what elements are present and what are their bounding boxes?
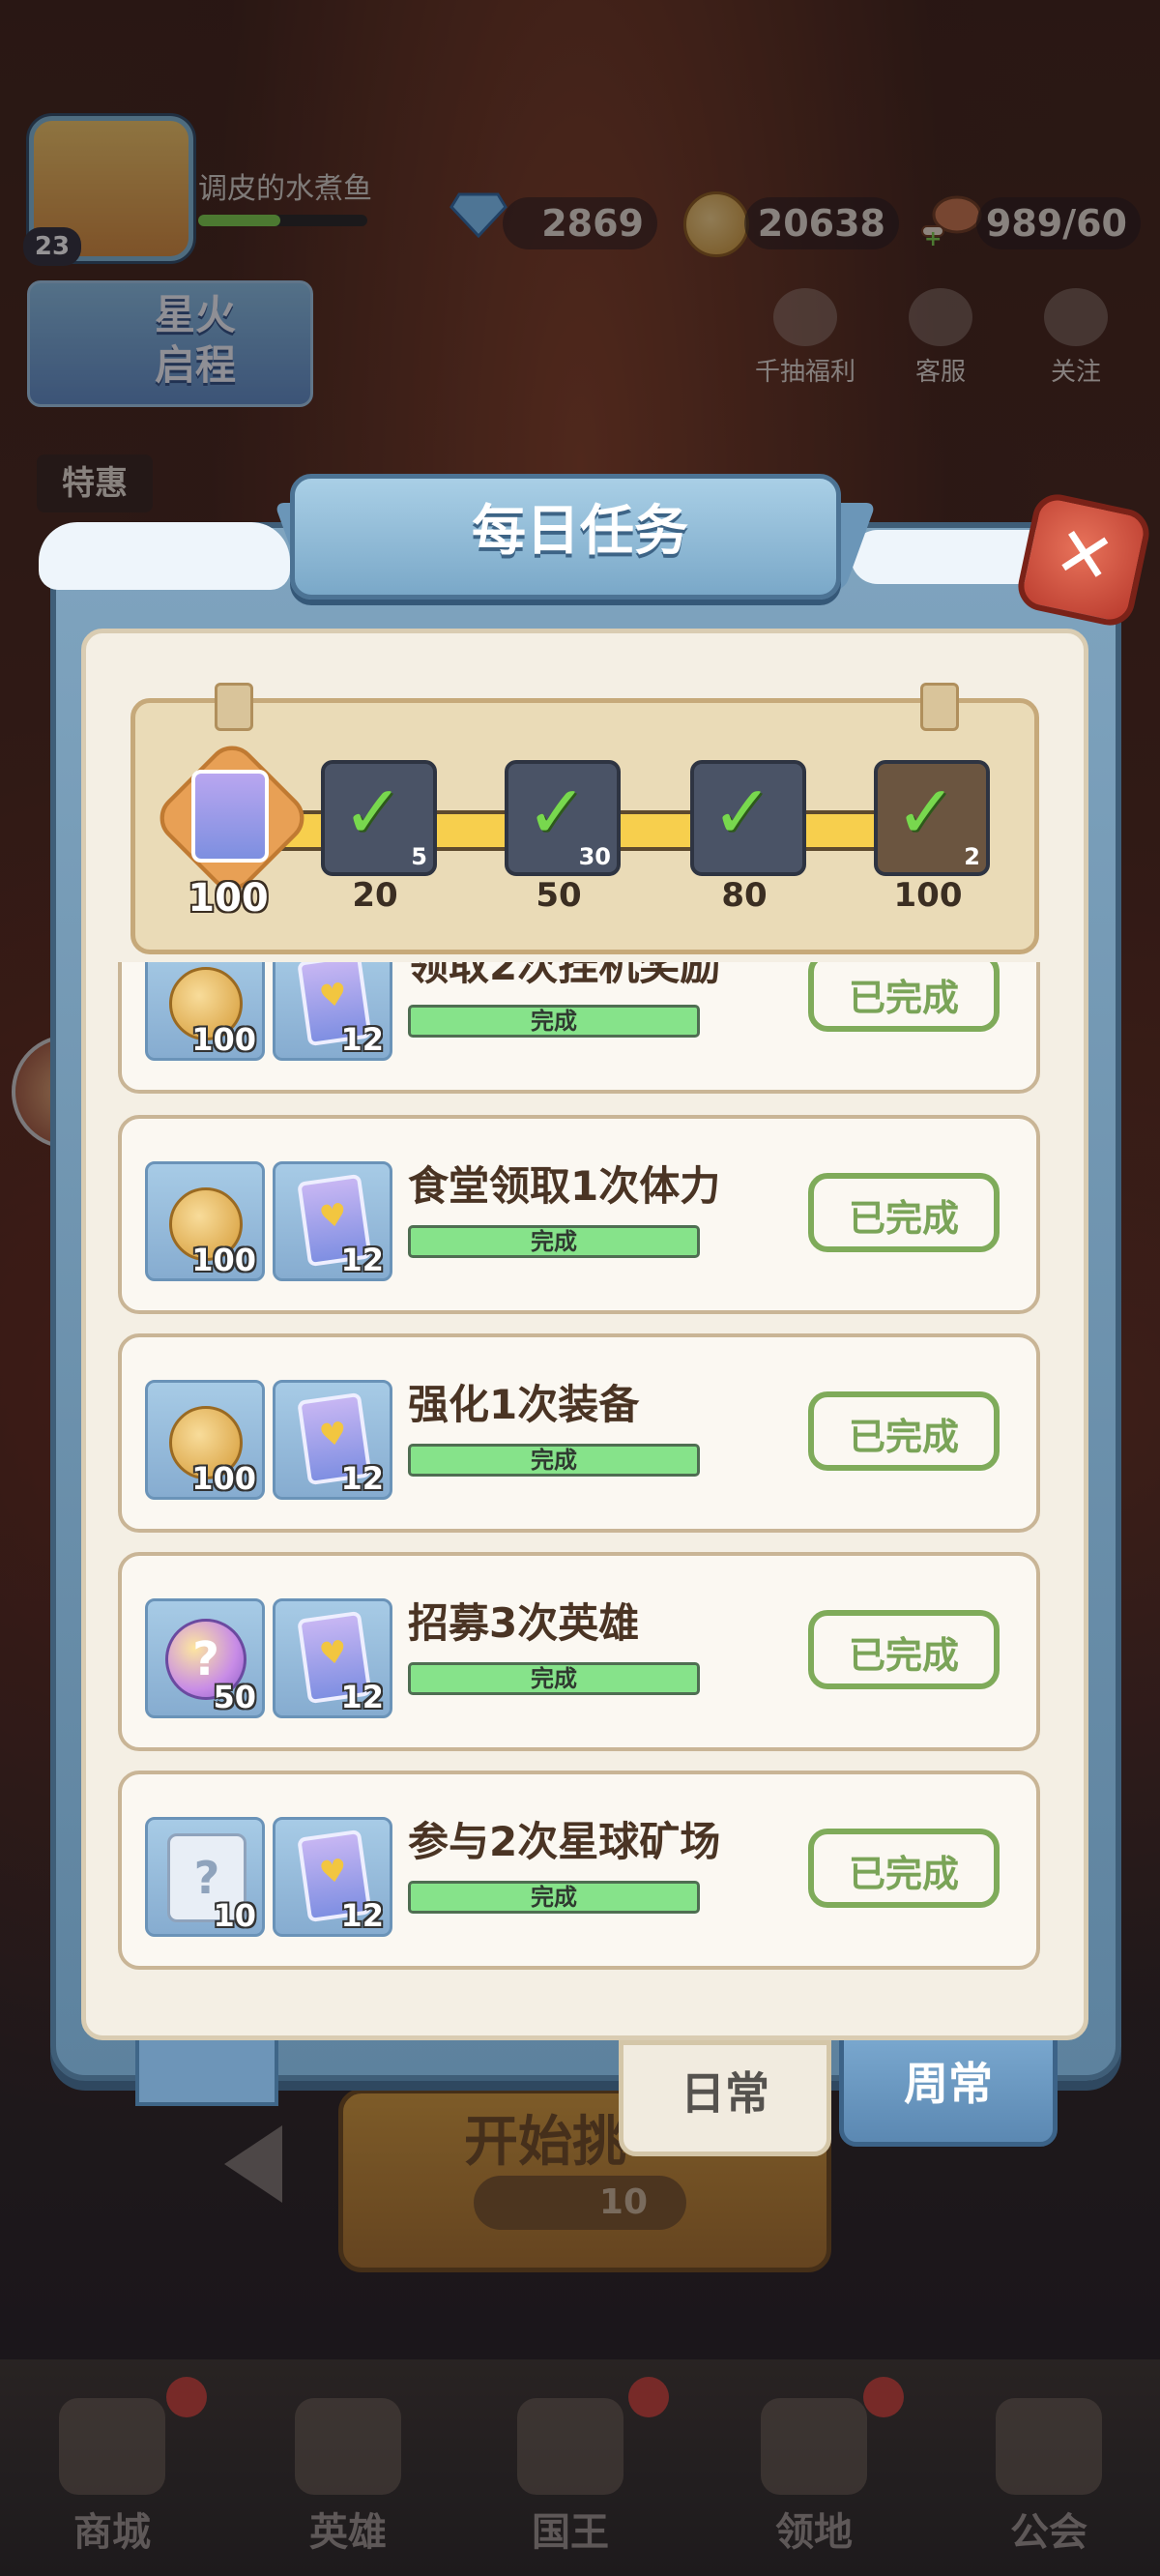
snow-decoration (39, 522, 290, 590)
milestone-count: 30 (578, 843, 611, 870)
reward-coin[interactable]: 100 (145, 1380, 265, 1500)
reward-quantity: 100 (191, 1021, 256, 1058)
tab-daily[interactable]: 日常 (619, 2040, 831, 2156)
task-progress-bar: 完成 (408, 1444, 700, 1477)
close-icon: ✕ (1047, 509, 1122, 601)
task-row: 100 12 食堂领取1次体力 完成 已完成 (118, 1115, 1040, 1314)
task-name: 领取2次挂机奖励 (408, 962, 721, 989)
milestone-count: 2 (964, 843, 980, 870)
reward-quantity: 10 (213, 1897, 256, 1934)
activity-points-value: 100 (188, 876, 269, 921)
check-icon: ✓ (526, 769, 588, 855)
milestone-points: 100 (893, 876, 963, 915)
reward-quantity: 12 (340, 1897, 384, 1934)
reward-quantity: 50 (213, 1679, 256, 1715)
reward-quantity: 12 (340, 1460, 384, 1497)
milestone-chest-3[interactable]: ✓ (690, 760, 806, 876)
pin-decoration (920, 683, 959, 731)
task-row: 100 12 领取2次挂机奖励 完成 已完成 (118, 962, 1040, 1094)
reward-orb[interactable]: ? 50 (145, 1598, 265, 1718)
completed-button[interactable]: 已完成 (808, 1391, 1000, 1471)
reward-quantity: 100 (191, 1242, 256, 1278)
reward-card[interactable]: 12 (273, 1598, 392, 1718)
milestone-chest-4[interactable]: ✓ 2 (874, 760, 990, 876)
task-name: 食堂领取1次体力 (408, 1162, 721, 1210)
reward-quantity: 12 (340, 1242, 384, 1278)
reward-scroll[interactable]: ? 10 (145, 1817, 265, 1937)
task-row: ?50 12 招募3次英雄 完成 已完成 (118, 1552, 1040, 1751)
milestone-chest-2[interactable]: ✓ 30 (505, 760, 621, 876)
milestone-points: 80 (721, 876, 768, 915)
reward-quantity: 100 (191, 1460, 256, 1497)
milestone-points: 50 (536, 876, 582, 915)
task-list[interactable]: 100 12 领取2次挂机奖励 完成 已完成 100 12 食堂领取1次体力 完… (114, 962, 1046, 1987)
task-progress-bar: 完成 (408, 1662, 700, 1695)
completed-button[interactable]: 已完成 (808, 962, 1000, 1032)
task-progress-bar: 完成 (408, 1005, 700, 1038)
reward-card[interactable]: 12 (273, 1161, 392, 1281)
check-icon: ✓ (711, 769, 773, 855)
check-icon: ✓ (895, 769, 957, 855)
completed-button[interactable]: 已完成 (808, 1610, 1000, 1689)
reward-card[interactable]: 12 (273, 962, 392, 1061)
close-button[interactable]: ✕ (1013, 489, 1154, 630)
reward-card[interactable]: 12 (273, 1817, 392, 1937)
reward-quantity: 12 (340, 1021, 384, 1058)
milestone-points: 20 (352, 876, 398, 915)
task-progress-bar: 完成 (408, 1225, 700, 1258)
check-icon: ✓ (342, 769, 404, 855)
reward-quantity: 12 (340, 1679, 384, 1715)
modal-title: 每日任务 (472, 500, 688, 563)
activity-card-icon (191, 770, 269, 863)
milestone-count: 5 (411, 843, 427, 870)
completed-button[interactable]: 已完成 (808, 1173, 1000, 1252)
modal-ribbon (135, 2031, 278, 2106)
reward-coin[interactable]: 100 (145, 962, 265, 1061)
task-name: 招募3次英雄 (408, 1599, 640, 1647)
tab-weekly[interactable]: 周常 (839, 2031, 1058, 2147)
pin-decoration (215, 683, 253, 731)
reward-card[interactable]: 12 (273, 1380, 392, 1500)
milestone-chest-1[interactable]: ✓ 5 (321, 760, 437, 876)
task-row: ?10 12 参与2次星球矿场 完成 已完成 (118, 1771, 1040, 1970)
task-row: 100 12 强化1次装备 完成 已完成 (118, 1333, 1040, 1533)
task-progress-bar: 完成 (408, 1881, 700, 1914)
task-name: 参与2次星球矿场 (408, 1818, 721, 1865)
task-name: 强化1次装备 (408, 1381, 640, 1428)
completed-button[interactable]: 已完成 (808, 1829, 1000, 1908)
reward-coin[interactable]: 100 (145, 1161, 265, 1281)
